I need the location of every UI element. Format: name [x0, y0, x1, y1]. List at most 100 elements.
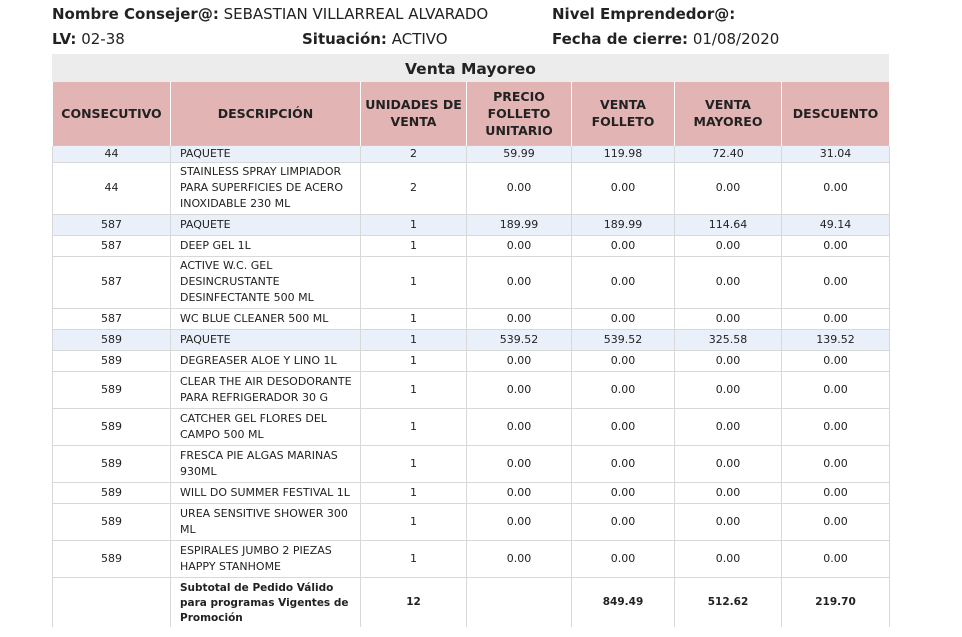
subtotal-precio — [466, 576, 572, 627]
cell-descuento: 0.00 — [781, 481, 890, 504]
cell-unidades: 2 — [360, 161, 467, 215]
cell-consecutivo: 589 — [52, 349, 171, 372]
fecha-value: 01/08/2020 — [692, 30, 780, 48]
col-precio: PRECIO FOLLETO UNITARIO — [466, 82, 572, 145]
table-row: 589 ESPIRALES JUMBO 2 PIEZAS HAPPY STANHO… — [52, 539, 890, 578]
table-header-row: CONSECUTIVO DESCRIPCIÓN UNIDADES DE VENT… — [52, 82, 890, 145]
cell-precio: 0.00 — [466, 307, 572, 330]
table-row: 589 PAQUETE 1 539.52 539.52 325.58 139.52 — [52, 328, 890, 351]
cell-consecutivo: 589 — [52, 481, 171, 504]
fecha-label: Fecha de cierre: — [552, 30, 689, 48]
cell-consecutivo: 589 — [52, 539, 171, 578]
cell-descripcion: PAQUETE — [170, 328, 361, 351]
cell-consecutivo: 44 — [52, 161, 171, 215]
cell-venta-folleto: 539.52 — [571, 328, 675, 351]
col-venta-folleto: VENTA FOLLETO — [571, 82, 675, 145]
cell-unidades: 1 — [360, 307, 467, 330]
cell-venta-mayoreo: 0.00 — [674, 234, 782, 257]
cell-precio: 0.00 — [466, 407, 572, 446]
cell-descuento: 31.04 — [781, 144, 890, 163]
cell-venta-mayoreo: 0.00 — [674, 255, 782, 309]
subtotal-unidades: 12 — [360, 576, 467, 627]
cell-venta-folleto: 0.00 — [571, 161, 675, 215]
cell-descripcion: PAQUETE — [170, 144, 361, 163]
cell-precio: 0.00 — [466, 481, 572, 504]
cell-consecutivo: 44 — [52, 144, 171, 163]
cell-venta-folleto: 0.00 — [571, 349, 675, 372]
cell-descuento: 0.00 — [781, 161, 890, 215]
col-venta-mayoreo: VENTA MAYOREO — [674, 82, 782, 145]
subtotal-venta-folleto: 849.49 — [571, 576, 675, 627]
cell-descripcion: UREA SENSITIVE SHOWER 300 ML — [170, 502, 361, 541]
cell-descuento: 49.14 — [781, 213, 890, 236]
fecha-cierre: Fecha de cierre: 01/08/2020 — [552, 30, 779, 48]
cell-unidades: 2 — [360, 144, 467, 163]
cell-unidades: 1 — [360, 234, 467, 257]
nombre-label: Nombre Consejer@: — [52, 5, 219, 23]
cell-unidades: 1 — [360, 349, 467, 372]
cell-precio: 0.00 — [466, 539, 572, 578]
cell-descuento: 0.00 — [781, 307, 890, 330]
cell-unidades: 1 — [360, 407, 467, 446]
cell-venta-mayoreo: 0.00 — [674, 161, 782, 215]
lv-info: LV: 02-38 — [52, 30, 125, 48]
lv-label: LV: — [52, 30, 77, 48]
cell-venta-folleto: 0.00 — [571, 481, 675, 504]
col-consecutivo: CONSECUTIVO — [52, 82, 171, 145]
cell-precio: 59.99 — [466, 144, 572, 163]
cell-descuento: 0.00 — [781, 234, 890, 257]
cell-descuento: 0.00 — [781, 502, 890, 541]
cell-venta-mayoreo: 0.00 — [674, 481, 782, 504]
subtotal-descuento: 219.70 — [781, 576, 890, 627]
table-row: 587 PAQUETE 1 189.99 189.99 114.64 49.14 — [52, 213, 890, 236]
venta-mayoreo-section: Venta Mayoreo CONSECUTIVO DESCRIPCIÓN UN… — [52, 54, 890, 627]
table-row: 589 WILL DO SUMMER FESTIVAL 1L 1 0.00 0.00 0.… — [52, 481, 890, 504]
lv-value: 02-38 — [81, 30, 125, 48]
cell-venta-folleto: 0.00 — [571, 234, 675, 257]
cell-precio: 0.00 — [466, 161, 572, 215]
cell-venta-folleto: 0.00 — [571, 307, 675, 330]
cell-unidades: 1 — [360, 328, 467, 351]
cell-venta-folleto: 189.99 — [571, 213, 675, 236]
cell-unidades: 1 — [360, 481, 467, 504]
cell-descripcion: DEGREASER ALOE Y LINO 1L — [170, 349, 361, 372]
table-row: 587 WC BLUE CLEANER 500 ML 1 0.00 0.00 0.00 0.… — [52, 307, 890, 330]
cell-precio: 0.00 — [466, 234, 572, 257]
subtotal-label: Subtotal de Pedido Válido para programas… — [170, 576, 361, 627]
cell-unidades: 1 — [360, 502, 467, 541]
cell-consecutivo: 589 — [52, 370, 171, 409]
cell-venta-folleto: 0.00 — [571, 444, 675, 483]
cell-venta-folleto: 0.00 — [571, 255, 675, 309]
cell-descripcion: ESPIRALES JUMBO 2 PIEZAS HAPPY STANHOME — [170, 539, 361, 578]
table-row: 44 STAINLESS SPRAY LIMPIADOR PARA SUPERFI… — [52, 161, 890, 215]
nombre-consejero: Nombre Consejer@: SEBASTIAN VILLARREAL A… — [52, 5, 488, 23]
cell-venta-folleto: 0.00 — [571, 370, 675, 409]
cell-consecutivo: 587 — [52, 255, 171, 309]
table-row: 589 FRESCA PIE ALGAS MARINAS 930ML 1 0.00 0.… — [52, 444, 890, 483]
cell-venta-mayoreo: 0.00 — [674, 502, 782, 541]
cell-consecutivo: 589 — [52, 502, 171, 541]
cell-precio: 0.00 — [466, 370, 572, 409]
cell-precio: 0.00 — [466, 255, 572, 309]
cell-descuento: 0.00 — [781, 349, 890, 372]
cell-venta-folleto: 0.00 — [571, 502, 675, 541]
cell-descripcion: WC BLUE CLEANER 500 ML — [170, 307, 361, 330]
table-row: 44 PAQUETE 2 59.99 119.98 72.40 31.04 — [52, 144, 890, 163]
cell-descripcion: STAINLESS SPRAY LIMPIADOR PARA SUPERFICI… — [170, 161, 361, 215]
cell-descripcion: DEEP GEL 1L — [170, 234, 361, 257]
cell-consecutivo: 589 — [52, 444, 171, 483]
table-row: 589 CATCHER GEL FLORES DEL CAMPO 500 ML 1 0… — [52, 407, 890, 446]
venta-mayoreo-table: CONSECUTIVO DESCRIPCIÓN UNIDADES DE VENT… — [52, 82, 890, 627]
nivel-label: Nivel Emprendedor@: — [552, 5, 736, 23]
cell-precio: 0.00 — [466, 502, 572, 541]
cell-unidades: 1 — [360, 255, 467, 309]
cell-venta-mayoreo: 0.00 — [674, 407, 782, 446]
cell-venta-mayoreo: 114.64 — [674, 213, 782, 236]
cell-precio: 0.00 — [466, 444, 572, 483]
cell-descripcion: PAQUETE — [170, 213, 361, 236]
table-row: 587 ACTIVE W.C. GEL DESINCRUSTANTE DESINF… — [52, 255, 890, 309]
cell-venta-folleto: 119.98 — [571, 144, 675, 163]
cell-descripcion: FRESCA PIE ALGAS MARINAS 930ML — [170, 444, 361, 483]
cell-unidades: 1 — [360, 444, 467, 483]
col-descripcion: DESCRIPCIÓN — [170, 82, 361, 145]
